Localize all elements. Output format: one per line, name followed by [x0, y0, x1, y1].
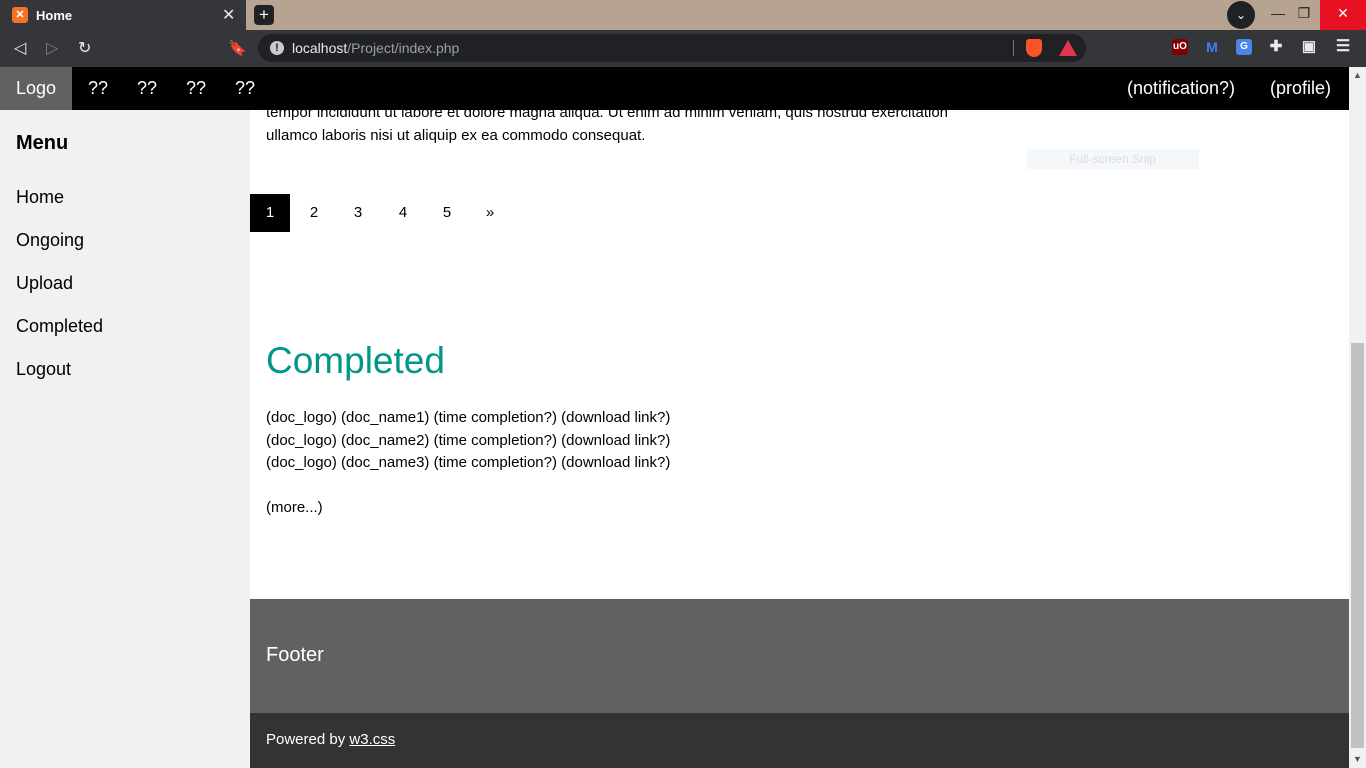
doc-list-item: (doc_logo) (doc_name2) (time completion?… — [266, 432, 671, 449]
topbar-item-3[interactable]: ?? — [170, 67, 222, 110]
topbar-item-1[interactable]: ?? — [72, 67, 124, 110]
sidebar-item-logout[interactable]: Logout — [16, 359, 71, 380]
wallet-icon[interactable]: ▣ — [1301, 39, 1317, 55]
paragraph-line: tempor incididunt ut labore et dolore ma… — [266, 110, 949, 121]
section-title: Completed — [266, 340, 445, 381]
menu-title: Menu — [16, 132, 69, 154]
metamask-icon[interactable]: M — [1204, 39, 1220, 55]
next-page-button[interactable]: » — [470, 194, 510, 232]
powered-by-text: Powered by — [266, 731, 350, 748]
top-navigation-bar: Logo ?? ?? ?? ?? (notification?) (profil… — [0, 67, 1349, 110]
doc-list-item: (doc_logo) (doc_name3) (time completion?… — [266, 454, 671, 471]
page-4-button[interactable]: 4 — [383, 194, 423, 232]
profile-link[interactable]: (profile) — [1254, 67, 1347, 110]
scroll-up-icon[interactable]: ▲ — [1349, 67, 1366, 84]
brave-rewards-icon[interactable] — [1059, 40, 1077, 56]
info-icon[interactable]: ! — [270, 41, 284, 55]
paragraph-line: ullamco laboris nisi ut aliquip ex ea co… — [266, 127, 646, 144]
browser-tab-strip: ✕ Home ✕ + ⌄ — ❐ ✕ — [0, 0, 1366, 30]
bookmark-icon[interactable]: 🔖 — [228, 39, 247, 57]
browser-menu-icon[interactable]: ☰ — [1335, 39, 1351, 55]
sidebar-item-ongoing[interactable]: Ongoing — [16, 230, 84, 251]
window-close-icon[interactable]: ✕ — [1320, 0, 1366, 30]
sidebar-item-home[interactable]: Home — [16, 187, 64, 208]
tab-search-icon[interactable]: ⌄ — [1227, 1, 1255, 29]
doc-list-item: (doc_logo) (doc_name1) (time completion?… — [266, 409, 671, 426]
extensions-icon[interactable]: ✚ — [1268, 39, 1284, 55]
sidebar: Menu Home Ongoing Upload Completed Logou… — [0, 110, 250, 768]
page-scrollbar[interactable]: ▲ ▼ — [1349, 67, 1366, 768]
page-5-button[interactable]: 5 — [427, 194, 467, 232]
xampp-icon: ✕ — [12, 7, 28, 23]
powered-by-bar: Powered by w3.css — [250, 713, 1349, 768]
url-separator — [1013, 40, 1014, 56]
topbar-item-2[interactable]: ?? — [121, 67, 173, 110]
forward-icon[interactable]: ▷ — [46, 38, 58, 58]
scrollbar-thumb[interactable] — [1351, 343, 1364, 748]
main-content: tempor incididunt ut labore et dolore ma… — [250, 110, 1349, 768]
more-link[interactable]: (more...) — [266, 499, 323, 516]
footer: Footer — [250, 599, 1349, 713]
translate-icon[interactable]: G — [1236, 39, 1252, 55]
notification-link[interactable]: (notification?) — [1111, 67, 1251, 110]
tab-title: Home — [36, 8, 73, 23]
address-bar[interactable]: ! localhost/Project/index.php — [258, 34, 1086, 62]
page-3-button[interactable]: 3 — [338, 194, 378, 232]
w3css-link[interactable]: w3.css — [349, 731, 395, 748]
sidebar-item-upload[interactable]: Upload — [16, 273, 73, 294]
scroll-down-icon[interactable]: ▼ — [1349, 751, 1366, 768]
url-text[interactable]: localhost/Project/index.php — [292, 40, 459, 56]
sidebar-item-completed[interactable]: Completed — [16, 316, 103, 337]
brave-shields-icon[interactable] — [1026, 39, 1042, 57]
browser-toolbar: ◁ ▷ ↻ 🔖 ! localhost/Project/index.php uO… — [0, 30, 1366, 67]
footer-title: Footer — [266, 644, 324, 666]
new-tab-icon[interactable]: + — [254, 5, 274, 25]
back-icon[interactable]: ◁ — [14, 38, 26, 58]
snip-overlay: Full-screen Snip — [1026, 149, 1199, 169]
browser-tab[interactable]: ✕ Home ✕ — [0, 0, 246, 30]
close-tab-icon[interactable]: ✕ — [222, 5, 235, 25]
page-1-button[interactable]: 1 — [250, 194, 290, 232]
topbar-item-4[interactable]: ?? — [219, 67, 271, 110]
page-2-button[interactable]: 2 — [294, 194, 334, 232]
logo[interactable]: Logo — [0, 67, 73, 110]
ublock-icon[interactable]: uO — [1172, 39, 1188, 55]
reload-icon[interactable]: ↻ — [78, 38, 91, 58]
